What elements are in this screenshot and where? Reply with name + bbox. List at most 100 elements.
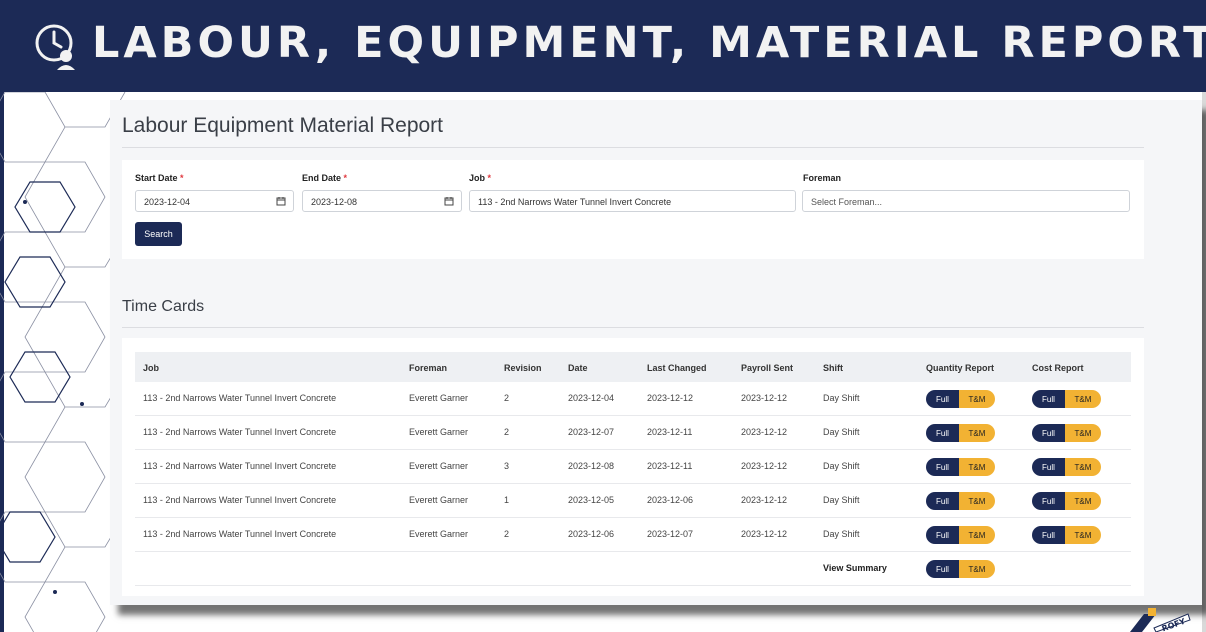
cell-shift: Day Shift <box>823 427 860 437</box>
cost-report-buttons: Full T&M <box>1032 526 1101 544</box>
column-header-revision: Revision <box>504 363 542 373</box>
cell-foreman: Everett Garner <box>409 529 469 539</box>
logo-text: ROFY <box>1161 617 1187 632</box>
title-divider <box>122 147 1144 148</box>
cost-tm-button[interactable]: T&M <box>1065 526 1101 544</box>
cell-revision: 2 <box>504 529 510 539</box>
table-row: 113 - 2nd Narrows Water Tunnel Invert Co… <box>135 484 1131 518</box>
table-row: 113 - 2nd Narrows Water Tunnel Invert Co… <box>135 518 1131 552</box>
foreman-placeholder: Select Foreman... <box>811 197 883 207</box>
end-date-input[interactable]: 2023-12-08 <box>302 190 462 212</box>
foreman-label: Foreman <box>803 173 842 183</box>
cell-payroll-sent: 2023-12-12 <box>741 495 788 505</box>
calendar-icon[interactable] <box>444 196 454 206</box>
cell-shift: Day Shift <box>823 393 860 403</box>
cost-tm-button[interactable]: T&M <box>1065 492 1101 510</box>
cell-revision: 2 <box>504 427 510 437</box>
cost-tm-button[interactable]: T&M <box>1065 458 1101 476</box>
cell-last-changed: 2023-12-12 <box>647 393 694 403</box>
cell-date: 2023-12-07 <box>568 427 615 437</box>
quantity-full-button[interactable]: Full <box>926 492 959 510</box>
cost-tm-button[interactable]: T&M <box>1065 424 1101 442</box>
cell-last-changed: 2023-12-06 <box>647 495 694 505</box>
cell-date: 2023-12-08 <box>568 461 615 471</box>
quantity-report-buttons: Full T&M <box>926 390 995 408</box>
table-row: 113 - 2nd Narrows Water Tunnel Invert Co… <box>135 382 1131 416</box>
cell-last-changed: 2023-12-07 <box>647 529 694 539</box>
quantity-report-buttons: Full T&M <box>926 526 995 544</box>
foreman-select[interactable]: Select Foreman... <box>802 190 1130 212</box>
summary-tm-button[interactable]: T&M <box>959 560 995 578</box>
cell-foreman: Everett Garner <box>409 427 469 437</box>
summary-row: View Summary Full T&M <box>135 552 1131 586</box>
cell-payroll-sent: 2023-12-12 <box>741 427 788 437</box>
quantity-full-button[interactable]: Full <box>926 390 959 408</box>
header-banner: LABOUR, EQUIPMENT, MATERIAL REPORT <box>0 0 1206 92</box>
end-date-value: 2023-12-08 <box>311 197 358 207</box>
column-header-shift: Shift <box>823 363 843 373</box>
cell-revision: 2 <box>504 393 510 403</box>
cell-revision: 1 <box>504 495 510 505</box>
quantity-report-buttons: Full T&M <box>926 424 995 442</box>
job-select[interactable]: 113 - 2nd Narrows Water Tunnel Invert Co… <box>469 190 796 212</box>
page-title: Labour Equipment Material Report <box>122 114 444 137</box>
cost-report-buttons: Full T&M <box>1032 390 1101 408</box>
cell-last-changed: 2023-12-11 <box>647 427 693 437</box>
cell-foreman: Everett Garner <box>409 461 469 471</box>
column-header-payroll-sent: Payroll Sent <box>741 363 794 373</box>
quantity-tm-button[interactable]: T&M <box>959 424 995 442</box>
cell-payroll-sent: 2023-12-12 <box>741 393 788 403</box>
cell-shift: Day Shift <box>823 495 860 505</box>
job-value: 113 - 2nd Narrows Water Tunnel Invert Co… <box>478 197 672 207</box>
cell-date: 2023-12-05 <box>568 495 615 505</box>
cell-payroll-sent: 2023-12-12 <box>741 529 788 539</box>
quantity-tm-button[interactable]: T&M <box>959 526 995 544</box>
report-panel: Labour Equipment Material Report Start D… <box>110 100 1202 605</box>
quantity-report-buttons: Full T&M <box>926 458 995 476</box>
start-date-input[interactable]: 2023-12-04 <box>135 190 294 212</box>
cell-job: 113 - 2nd Narrows Water Tunnel Invert Co… <box>143 529 337 539</box>
frame-right-edge <box>1202 0 1206 632</box>
quantity-full-button[interactable]: Full <box>926 526 959 544</box>
table-row: 113 - 2nd Narrows Water Tunnel Invert Co… <box>135 450 1131 484</box>
cell-job: 113 - 2nd Narrows Water Tunnel Invert Co… <box>143 393 337 403</box>
cost-report-buttons: Full T&M <box>1032 458 1101 476</box>
summary-full-button[interactable]: Full <box>926 560 959 578</box>
cost-tm-button[interactable]: T&M <box>1065 390 1101 408</box>
column-header-date: Date <box>568 363 588 373</box>
quantity-full-button[interactable]: Full <box>926 458 959 476</box>
time-cards-divider <box>122 327 1144 328</box>
quantity-tm-button[interactable]: T&M <box>959 390 995 408</box>
search-button[interactable]: Search <box>135 222 182 246</box>
cost-full-button[interactable]: Full <box>1032 492 1065 510</box>
cell-payroll-sent: 2023-12-12 <box>741 461 788 471</box>
job-label: Job * <box>469 173 492 183</box>
time-cards-title: Time Cards <box>122 298 205 315</box>
quantity-report-buttons: Full T&M <box>926 492 995 510</box>
end-date-label: End Date * <box>302 173 348 183</box>
calendar-icon[interactable] <box>276 196 286 206</box>
table-row: 113 - 2nd Narrows Water Tunnel Invert Co… <box>135 416 1131 450</box>
cost-full-button[interactable]: Full <box>1032 424 1065 442</box>
column-header-foreman: Foreman <box>409 363 448 373</box>
start-date-value: 2023-12-04 <box>144 197 191 207</box>
column-header-cost-report: Cost Report <box>1032 363 1084 373</box>
cell-last-changed: 2023-12-11 <box>647 461 693 471</box>
cost-full-button[interactable]: Full <box>1032 526 1065 544</box>
cell-shift: Day Shift <box>823 529 860 539</box>
clock-person-icon <box>35 24 75 70</box>
cell-foreman: Everett Garner <box>409 393 469 403</box>
table-header: Job Foreman Revision Date Last Changed P… <box>135 352 1131 382</box>
quantity-tm-button[interactable]: T&M <box>959 492 995 510</box>
view-summary-label: View Summary <box>823 563 887 573</box>
filter-card: Start Date * 2023-12-04 End Date * 2023-… <box>122 160 1144 259</box>
cost-report-buttons: Full T&M <box>1032 492 1101 510</box>
time-cards-table: Job Foreman Revision Date Last Changed P… <box>122 338 1144 596</box>
summary-report-buttons: Full T&M <box>926 560 995 578</box>
cost-full-button[interactable]: Full <box>1032 390 1065 408</box>
cell-foreman: Everett Garner <box>409 495 469 505</box>
quantity-tm-button[interactable]: T&M <box>959 458 995 476</box>
cell-job: 113 - 2nd Narrows Water Tunnel Invert Co… <box>143 495 337 505</box>
quantity-full-button[interactable]: Full <box>926 424 959 442</box>
cost-full-button[interactable]: Full <box>1032 458 1065 476</box>
